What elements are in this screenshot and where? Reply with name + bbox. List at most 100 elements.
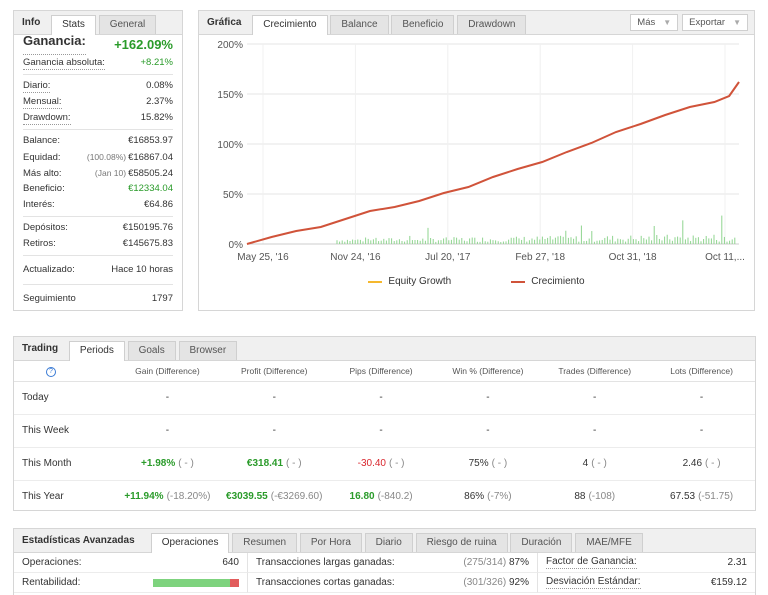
tab-duracion[interactable]: Duración: [510, 533, 573, 552]
following-row: Seguimiento 1797: [23, 288, 173, 310]
tab-growth[interactable]: Crecimiento: [252, 15, 328, 35]
more-label: Más: [637, 17, 656, 28]
tab-riesgo[interactable]: Riesgo de ruina: [415, 533, 508, 552]
updated-label: Actualizado:: [23, 264, 75, 275]
following-label: Seguimiento: [23, 293, 76, 304]
col-pips: Pips (Difference): [327, 361, 435, 382]
daily-label: Diario:: [23, 80, 51, 93]
gain-cell: -: [114, 381, 221, 415]
x-tick-label: Oct 31, '18: [609, 252, 657, 263]
gain-value: +1.98%: [141, 458, 176, 469]
more-button[interactable]: Más ▼: [630, 14, 679, 31]
ops-cell: Operaciones: 640: [14, 553, 248, 573]
tab-balance[interactable]: Balance: [330, 15, 389, 34]
pips-cell: -30.40( - ): [327, 447, 435, 481]
short-note: (301/326): [463, 577, 507, 588]
y-tick-label: 100%: [217, 140, 243, 151]
chart-actions: Más ▼ Exportar ▼: [630, 14, 748, 31]
tab-operaciones[interactable]: Operaciones: [150, 533, 230, 553]
pips-value: -30.40: [357, 458, 386, 469]
info-body: Ganancia: +162.09% Ganancia absoluta: +8…: [14, 34, 182, 310]
withdrawals-value: €145675.83: [122, 238, 173, 249]
profit-cell: €3039.55 (-€3269.60): [221, 480, 328, 513]
info-panel: Info Stats General Ganancia: +162.09% Ga…: [13, 10, 183, 311]
pf-cell: Factor de Ganancia: 2.31: [538, 553, 755, 573]
pips-diff: (-840.2): [377, 491, 413, 503]
pips-cell: 16.80 (-840.2): [328, 480, 435, 513]
trading-panel: Trading Periods Goals Browser ? Gain (Di…: [13, 336, 756, 511]
interest-row: Interés: €64.86: [23, 197, 173, 213]
profit-cell: -: [220, 381, 328, 415]
win-cell: 86% (-7%): [434, 480, 541, 513]
export-button[interactable]: Exportar ▼: [682, 14, 748, 31]
table-row: Today - - - - - -: [14, 381, 755, 415]
profit-value: -: [272, 392, 276, 403]
series-line-crecimiento: [246, 81, 740, 245]
col-gain: Gain (Difference): [114, 361, 221, 382]
chevron-down-icon: ▼: [733, 18, 741, 27]
x-tick-label: Nov 24, '16: [330, 252, 381, 263]
gain-label: Ganancia:: [23, 34, 86, 55]
tab-profit[interactable]: Beneficio: [391, 15, 455, 34]
trades-value: -: [593, 425, 597, 436]
period-label: This Month: [14, 447, 114, 481]
profit-value: €3039.55: [226, 491, 268, 503]
deposits-label: Depósitos:: [23, 222, 68, 233]
withdrawals-label: Retiros:: [23, 238, 56, 249]
updated-value: Hace 10 horas: [111, 264, 173, 275]
sd-value: €159.12: [710, 577, 747, 588]
y-tick-label: 50%: [223, 190, 243, 201]
gain-value: -: [165, 392, 170, 403]
trades-cell: -: [541, 381, 649, 415]
trades-value: -: [593, 392, 597, 403]
y-tick-label: 0%: [229, 240, 244, 251]
abs-gain-value: +8.21%: [140, 57, 174, 68]
lots-cell: -: [648, 381, 755, 415]
profit-label: Beneficio:: [23, 183, 65, 194]
tab-drawdown[interactable]: Drawdown: [457, 15, 527, 34]
tab-stats[interactable]: Stats: [51, 15, 96, 35]
highest-row: Más alto: (Jan 10) €58505.24: [23, 165, 173, 181]
legend-equity-swatch: [368, 280, 383, 283]
pips-diff: ( - ): [388, 458, 405, 469]
advanced-tabbar: Estadísticas Avanzadas Operaciones Resum…: [14, 529, 755, 553]
tab-mae-mfe[interactable]: MAE/MFE: [575, 533, 643, 552]
highest-value: €58505.24: [128, 168, 173, 179]
profit-value: €12334.04: [128, 183, 173, 194]
series-line-equity-growth: [246, 81, 740, 245]
x-tick-label: Jul 20, '17: [425, 252, 471, 263]
legend-equity[interactable]: Equity Growth: [368, 276, 451, 287]
gain-diff: ( - ): [178, 458, 194, 469]
highest-note: (Jan 10): [94, 168, 127, 178]
balance-label: Balance:: [23, 135, 60, 146]
interest-value: €64.86: [143, 199, 173, 210]
balance-value: €16853.97: [128, 135, 173, 146]
table-row: This Week - - - - - -: [14, 414, 755, 448]
tab-goals[interactable]: Goals: [127, 341, 176, 360]
tab-resumen[interactable]: Resumen: [232, 533, 298, 552]
win-cell: -: [434, 381, 542, 415]
col-profit: Profit (Difference): [220, 361, 328, 382]
daily-value: 0.08%: [146, 80, 173, 91]
daily-row: Diario: 0.08%: [23, 78, 173, 94]
period-label: This Week: [14, 414, 114, 448]
help-icon[interactable]: ?: [46, 366, 56, 377]
win-cell: -: [434, 414, 542, 448]
profit-diff: ( - ): [286, 458, 302, 469]
legend-growth[interactable]: Crecimiento: [511, 276, 585, 287]
tab-por-hora[interactable]: Por Hora: [299, 533, 362, 552]
trading-tabbar: Trading Periods Goals Browser: [14, 337, 755, 361]
tab-periods[interactable]: Periods: [68, 341, 125, 361]
tab-info[interactable]: Info: [14, 11, 48, 34]
lots-value: 2.46: [682, 458, 703, 469]
abs-gain-label: Ganancia absoluta:: [23, 57, 105, 70]
following-value: 1797: [151, 293, 173, 304]
profit-row: Beneficio: €12334.04: [23, 181, 173, 197]
y-tick-label: 150%: [217, 90, 243, 101]
tab-general[interactable]: General: [98, 15, 157, 34]
tab-diario[interactable]: Diario: [364, 533, 413, 552]
profit-cell: €318.41( - ): [220, 447, 328, 481]
tab-browser[interactable]: Browser: [178, 341, 238, 360]
win-value: -: [486, 425, 490, 436]
pips-cell: -: [327, 414, 435, 448]
